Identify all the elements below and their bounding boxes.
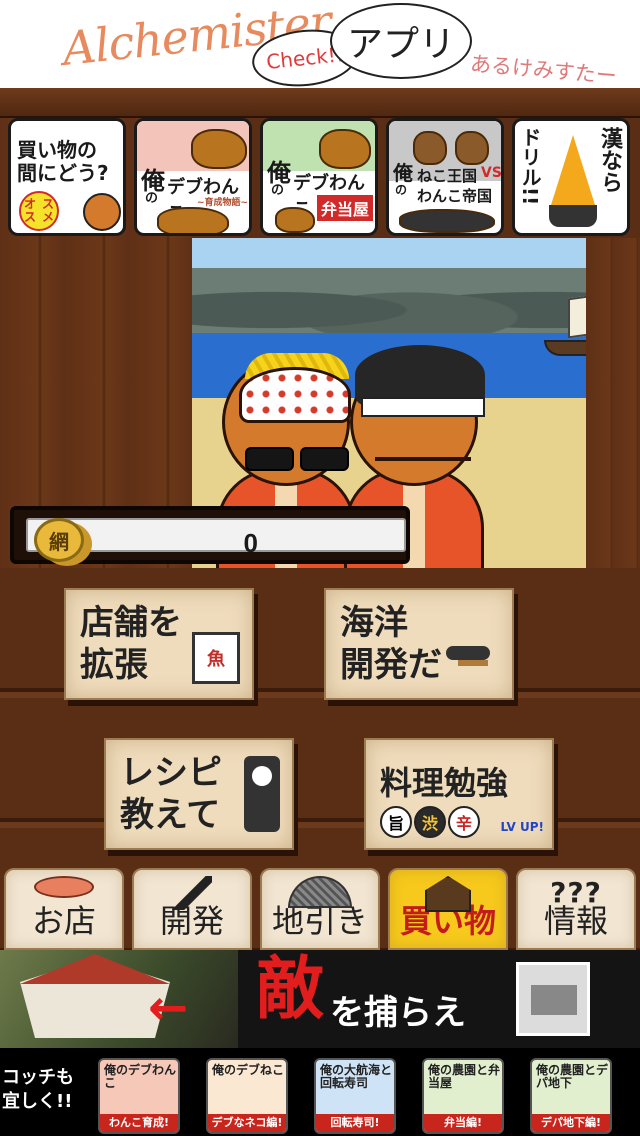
promo-app-nouen-depachika[interactable]: 俺の農園とデパ地下 デパ地下編! (530, 1058, 612, 1134)
net-counter: 網 0 (10, 506, 410, 564)
tab-develop[interactable]: 開発 (132, 868, 252, 950)
dog-icon (455, 131, 489, 165)
level-up-icon: LV UP! (500, 820, 544, 834)
brand-subtitle: あるけみすたー (469, 51, 618, 88)
promo-app-nouen-bento[interactable]: 俺の農園と弁当屋 弁当編! (422, 1058, 504, 1134)
bottom-tab-bar: お店 開発 地引き 買い物 ??? 情報 (0, 868, 640, 950)
net-icon (288, 876, 352, 908)
game-area: 買い物の間にどう? オススメ 俺 の デブわんこ ~育成物語~ 俺 の デブわん… (0, 88, 640, 950)
bottom-ad-banner[interactable]: ← 敵 を捕らえ (0, 950, 640, 1048)
spicy-icon: 辛 (448, 806, 480, 838)
question-icon: ??? (550, 876, 602, 909)
ad-tile-recommend[interactable]: 買い物の 間にどう? オス スメ (8, 118, 126, 236)
ad-tile-drill[interactable]: 漢なら ドリル!! (512, 118, 630, 236)
recommend-badge: オス スメ (19, 191, 59, 231)
promo-lead: コッチも 宜しく!! (2, 1067, 74, 1113)
cooking-study-button[interactable]: 料理勉強 旨 渋 辛 LV UP! (364, 738, 554, 850)
dog-icon (191, 129, 247, 169)
shibui-icon: 渋 (414, 806, 446, 838)
ad-tile-debu-wanko[interactable]: 俺 の デブわんこ ~育成物語~ (134, 118, 252, 236)
shelf-top (0, 88, 640, 118)
flavor-icons: 旨 渋 辛 (380, 806, 480, 838)
tab-info[interactable]: ??? 情報 (516, 868, 636, 950)
app-bubble: アプリ (330, 3, 472, 79)
knife-icon (172, 876, 212, 910)
app-ad-row: 買い物の間にどう? オススメ 俺 の デブわんこ ~育成物語~ 俺 の デブわん… (4, 118, 636, 238)
promo-strip: コッチも 宜しく!! 俺のデブわんこ わんこ育成! 俺のデブねこ デブなネコ編! … (0, 1048, 640, 1136)
umami-icon: 旨 (380, 806, 412, 838)
rocks (192, 268, 586, 338)
promo-app-debu-wanko[interactable]: 俺のデブわんこ わんこ育成! (98, 1058, 180, 1134)
tab-shopping[interactable]: 買い物 (388, 868, 508, 950)
wood-wall-right (586, 238, 640, 568)
promo-app-daikoukai-sushi[interactable]: 俺の大航海と回転寿司 回転寿司! (314, 1058, 396, 1134)
fish-sign-icon: 魚 (192, 632, 240, 684)
house-icon (425, 876, 471, 912)
ocean-development-button[interactable]: 海洋 開発だ (324, 588, 514, 700)
teach-recipe-button[interactable]: レシピ 教えて (104, 738, 294, 850)
character-icon (83, 193, 121, 231)
left-arrow-icon: ← (148, 980, 189, 1036)
drill-icon (551, 135, 595, 205)
dog-icon (319, 129, 371, 169)
promo-app-debu-neko[interactable]: 俺のデブねこ デブなネコ編! (206, 1058, 288, 1134)
top-ad-banner[interactable]: Alchemister Check!! アプリ あるけみすたー (0, 0, 640, 88)
cat-icon (413, 131, 447, 165)
expand-store-button[interactable]: 店舗を 拡張 魚 (64, 588, 254, 700)
net-count-value: 0 (243, 528, 258, 558)
tab-shop[interactable]: お店 (4, 868, 124, 950)
banner-kanji: 敵 (256, 950, 325, 1029)
scale-icon (244, 756, 280, 832)
shovel-icon (438, 638, 498, 678)
tab-beach-net[interactable]: 地引き (260, 868, 380, 950)
city-image (0, 950, 238, 1048)
boat-icon (544, 293, 586, 366)
ad-tile-neko-vs-wanko[interactable]: 俺 の ねこ王国 VS わんこ帝国 (386, 118, 504, 236)
net-coin-icon: 網 (34, 518, 84, 562)
banner-thumbnail (516, 962, 590, 1036)
banner-text: を捕らえ (330, 993, 466, 1033)
ad-tile-debu-wanko-bento[interactable]: 俺 の デブわんこ 弁当屋 (260, 118, 378, 236)
salmon-icon (34, 876, 94, 898)
